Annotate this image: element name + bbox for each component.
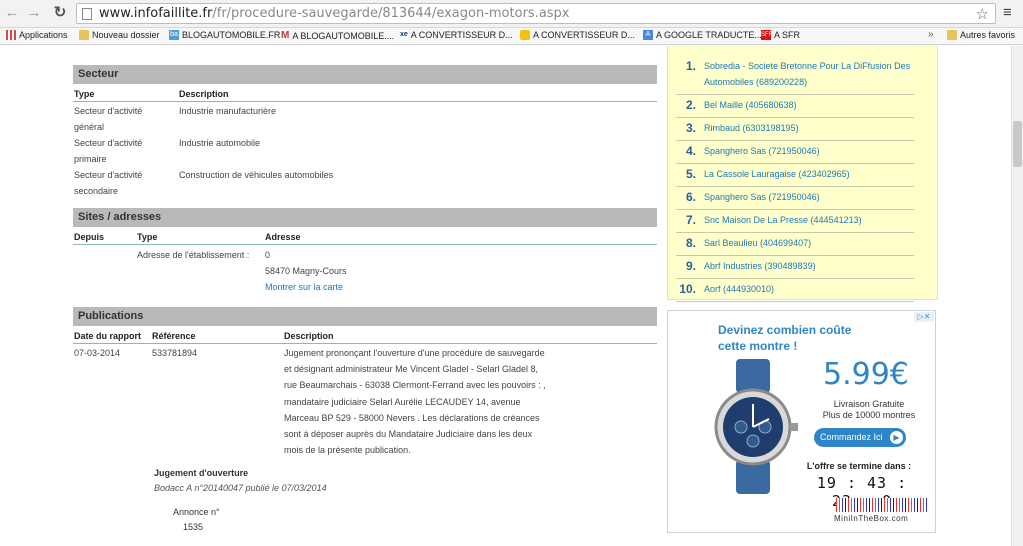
table-row: Secteur d'activité primaire Industrie aut…	[73, 135, 657, 167]
vertical-scrollbar[interactable]	[1011, 46, 1023, 546]
sites-row: Adresse de l'établissement : 0 58470 Mag…	[73, 247, 657, 295]
ad-catalog: Plus de 10000 montres	[822, 410, 916, 420]
xe-icon: xe	[400, 30, 408, 40]
pub-description: Jugement prononçant l'ouverture d'une pr…	[284, 348, 546, 456]
section-header-secteur: Secteur	[73, 65, 657, 84]
list-item[interactable]: 9. Abrf Industries (390489839)	[676, 256, 914, 279]
list-item[interactable]: 6. Spanghero Sas (721950046)	[676, 187, 914, 210]
desc-text: Construction de véhicules automobiles	[179, 170, 334, 180]
main-column: Secteur Type Description Secteur d'activ…	[73, 46, 657, 535]
address-line-1: 0	[265, 250, 271, 260]
apps-icon	[6, 30, 16, 40]
bookmark-sfr[interactable]: SFR A SFR	[761, 30, 800, 40]
section-header-publications: Publications	[73, 307, 657, 326]
col-adresse: Adresse	[265, 232, 301, 242]
bookmark-star-icon[interactable]: ☆	[976, 5, 989, 23]
publication-row: 07-03-2014 533781894 Jugement prononçant…	[73, 345, 657, 458]
scrollbar-thumb[interactable]	[1013, 121, 1022, 167]
ad-title: Devinez combien coûte cette montre !	[718, 323, 852, 353]
converter-icon	[520, 30, 530, 40]
url-path: /fr/procedure-sauvegarde/813644/exagon-m…	[212, 6, 570, 21]
list-item[interactable]: 10. Aorf (444930010)	[676, 279, 914, 302]
list-item[interactable]: 7. Snc Maison De La Presse (444541213)	[676, 210, 914, 233]
sites-table-header: Depuis Type Adresse	[73, 230, 657, 245]
ba-icon: ba	[169, 30, 179, 40]
type-text-2: général	[74, 122, 105, 132]
bookmark-convertisseur-2[interactable]: A CONVERTISSEUR D...	[520, 30, 635, 40]
play-arrow-icon: ▶	[890, 431, 903, 444]
col-description: Description	[179, 89, 229, 99]
type-text: Secteur d'activité	[74, 138, 143, 148]
col-description: Description	[284, 331, 334, 341]
bookmarks-overflow-button[interactable]: »	[928, 29, 934, 40]
pub-reference: 533781894	[152, 348, 198, 358]
bodacc-ref: Bodacc A n°20140047 publié le 07/03/2014	[154, 483, 327, 494]
col-type: Type	[137, 232, 158, 242]
barcode-logo	[836, 498, 928, 512]
forward-arrow-icon[interactable]: →	[26, 5, 42, 21]
ad-price: 5.99€	[823, 357, 909, 392]
sidebar: 1. Sobredia - Societe Bretonne Pour La Di…	[667, 46, 938, 533]
ad-brand: MiniInTheBox.com	[834, 514, 909, 523]
watch-advertisement[interactable]: ▷✕ Devinez combien coûte cette montre ! 5…	[667, 310, 936, 533]
desc-text: Industrie manufacturière	[179, 106, 277, 116]
page-content: Secteur Type Description Secteur d'activ…	[0, 46, 1023, 546]
ad-shipping: Livraison Gratuite	[833, 399, 905, 409]
secteur-table-header: Type Description	[73, 87, 657, 102]
bookmark-blogautomobile[interactable]: ba BLOGAUTOMOBILE.FR	[169, 30, 280, 40]
menu-icon[interactable]: ≡	[1003, 4, 1012, 21]
secteur-table: Secteur d'activité général Industrie manu…	[73, 103, 657, 199]
folder-icon	[79, 30, 89, 40]
col-depuis: Depuis	[74, 232, 105, 242]
url-host: www.infofaillite.fr	[99, 6, 213, 21]
gmail-icon: M	[281, 30, 290, 41]
type-text: Secteur d'activité	[74, 106, 143, 116]
type-text-2: primaire	[74, 154, 107, 164]
list-item[interactable]: 5. La Cassole Lauragaise (423402965)	[676, 164, 914, 187]
bookmark-folder[interactable]: Nouveau dossier	[79, 30, 160, 40]
col-date: Date du rapport	[74, 331, 142, 341]
reload-icon[interactable]: ↻	[52, 5, 68, 21]
top-companies-list: 1. Sobredia - Societe Bretonne Pour La Di…	[667, 46, 938, 302]
order-button[interactable]: Commandez Ici ▶	[814, 428, 906, 447]
list-item[interactable]: 3. Rimbaud (6303198195)	[676, 118, 914, 141]
bookmark-apps[interactable]: Applications	[6, 30, 68, 40]
section-header-sites: Sites / adresses	[73, 208, 657, 227]
col-type: Type	[74, 89, 95, 99]
bookmark-other[interactable]: Autres favoris	[947, 30, 1015, 40]
list-item[interactable]: 2. Bel Maille (405680638)	[676, 95, 914, 118]
table-row: Secteur d'activité secondaire Constructio…	[73, 167, 657, 199]
annonce-label: Annonce n°	[173, 507, 220, 518]
table-row: Secteur d'activité général Industrie manu…	[73, 103, 657, 135]
type-text: Secteur d'activité	[74, 170, 143, 180]
back-arrow-icon[interactable]: ←	[4, 5, 20, 21]
ad-offer-text: L'offre se termine dans :	[806, 461, 912, 471]
ad-choices-icon[interactable]: ▷✕	[914, 312, 934, 322]
site-type: Adresse de l'établissement :	[137, 250, 250, 260]
desc-text: Industrie automobile	[179, 138, 261, 148]
map-link[interactable]: Montrer sur la carte	[265, 282, 343, 292]
translate-icon: A	[643, 30, 653, 40]
url-text[interactable]: www.infofaillite.fr/fr/procedure-sauvega…	[99, 6, 570, 21]
browser-toolbar: ← → ↻ www.infofaillite.fr/fr/procedure-s…	[0, 0, 1023, 28]
publications-table-header: Date du rapport Référence Description	[73, 329, 657, 344]
judgment-title: Jugement d'ouverture	[154, 468, 249, 479]
bookmark-google-traduction[interactable]: AA GOOGLE TRADUCTE...	[643, 30, 762, 40]
list-item[interactable]: 1. Sobredia - Societe Bretonne Pour La Di…	[676, 56, 914, 95]
pub-date: 07-03-2014	[74, 348, 121, 358]
type-text-2: secondaire	[74, 186, 119, 196]
annonce-number: 1535	[183, 522, 204, 533]
folder-icon	[947, 30, 957, 40]
sfr-icon: SFR	[761, 30, 773, 40]
list-item[interactable]: 8. Sarl Beaulieu (404699407)	[676, 233, 914, 256]
bookmarks-bar: Applications Nouveau dossier ba BLOGAUTOM…	[0, 28, 1023, 45]
bookmark-blogautomobile-2[interactable]: MA BLOGAUTOMOBILE....	[281, 30, 394, 41]
list-item[interactable]: 4. Spanghero Sas (721950046)	[676, 141, 914, 164]
address-line-2: 58470 Magny-Cours	[265, 266, 347, 276]
watch-image	[714, 359, 798, 494]
address-bar[interactable]: www.infofaillite.fr/fr/procedure-sauvega…	[76, 3, 996, 24]
page-icon	[82, 8, 92, 20]
col-reference: Référence	[152, 331, 196, 341]
bookmark-convertisseur-1[interactable]: xe A CONVERTISSEUR D...	[400, 30, 513, 40]
